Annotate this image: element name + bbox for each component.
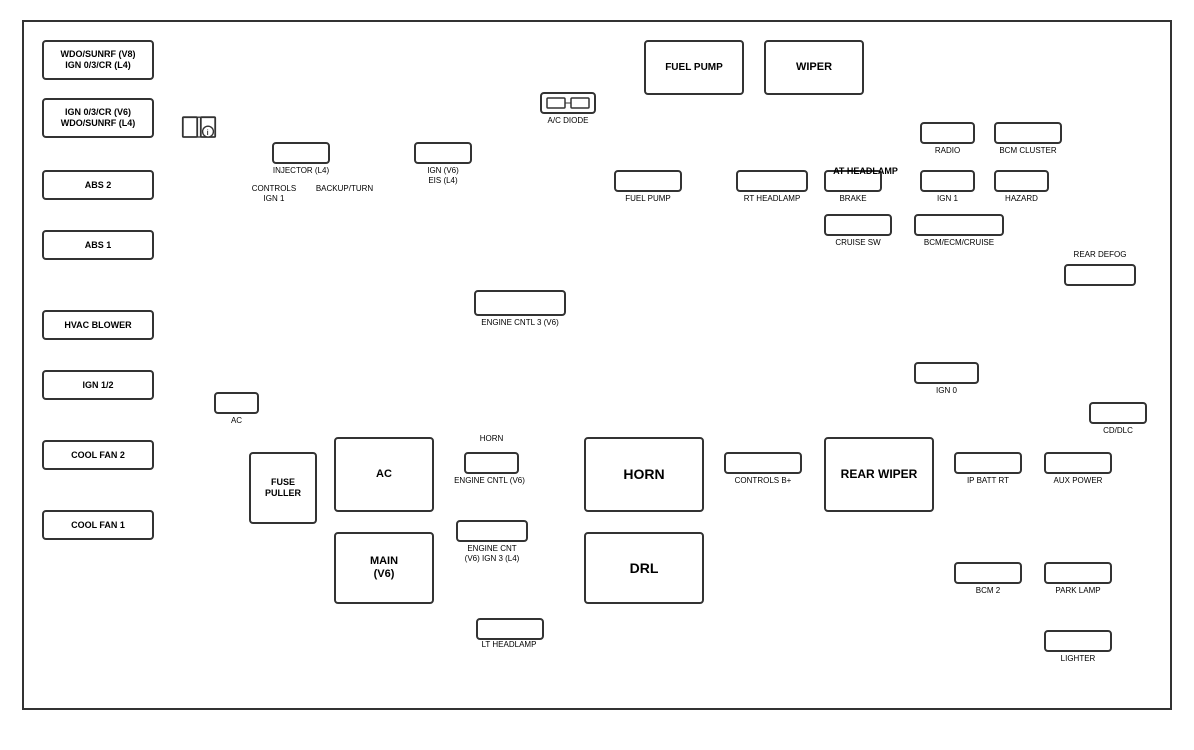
fuse-drl: DRL bbox=[584, 532, 704, 604]
label-hazard: HAZARD bbox=[994, 194, 1049, 204]
label-cd-dlc: CD/DLC bbox=[1089, 426, 1147, 436]
label-rt-headlamp: RT HEADLAMP bbox=[736, 194, 808, 204]
fuse-radio bbox=[920, 122, 975, 144]
label-brake: BRAKE bbox=[824, 194, 882, 204]
label-radio: RADIO bbox=[920, 146, 975, 156]
fuse-bcm2 bbox=[954, 562, 1022, 584]
fuse-ign-v6-eis bbox=[414, 142, 472, 164]
fuse-cool-fan2: COOL FAN 2 bbox=[42, 440, 154, 470]
fuse-ac-diode bbox=[540, 92, 596, 114]
fuse-bcm-ecm-cruise bbox=[914, 214, 1004, 236]
fuse-puller: FUSEPULLER bbox=[249, 452, 317, 524]
fuse-wdo-sunrf-v8: WDO/SUNRF (V8)IGN 0/3/CR (L4) bbox=[42, 40, 154, 80]
label-lighter: LIGHTER bbox=[1044, 654, 1112, 664]
fuse-box-diagram: i WDO/SUNRF (V8)IGN 0/3/CR (L4) IGN 0/3/… bbox=[22, 20, 1172, 710]
label-rear-defog: REAR DEFOG bbox=[1064, 250, 1136, 260]
label-cruise-sw: CRUISE SW bbox=[824, 238, 892, 248]
fuse-cool-fan1: COOL FAN 1 bbox=[42, 510, 154, 540]
info-icon: i bbox=[179, 110, 219, 145]
fuse-ign-v6: IGN 0/3/CR (V6)WDO/SUNRF (L4) bbox=[42, 98, 154, 138]
fuse-rear-defog bbox=[1064, 264, 1136, 286]
fuse-ign0 bbox=[914, 362, 979, 384]
fuse-abs2: ABS 2 bbox=[42, 170, 154, 200]
fuse-ac-small bbox=[214, 392, 259, 414]
fuse-horn-large: HORN bbox=[584, 437, 704, 512]
fuse-rt-headlamp bbox=[736, 170, 808, 192]
label-backup-turn: BACKUP/TURN bbox=[312, 184, 377, 194]
svg-text:i: i bbox=[207, 128, 209, 137]
label-controls-bplus: CONTROLS B+ bbox=[724, 476, 802, 486]
label-ign0: IGN 0 bbox=[914, 386, 979, 396]
label-engine-cntl3: ENGINE CNTL 3 (V6) bbox=[474, 318, 566, 328]
label-bcm2: BCM 2 bbox=[954, 586, 1022, 596]
fuse-injector-l4 bbox=[272, 142, 330, 164]
label-at-headlamp: AT HEADLAMP bbox=[819, 166, 912, 177]
fuse-main-v6: MAIN(V6) bbox=[334, 532, 434, 604]
label-ac-diode: A/C DIODE bbox=[534, 116, 602, 126]
label-ign1: IGN 1 bbox=[920, 194, 975, 204]
label-injector-l4: INJECTOR (L4) bbox=[272, 166, 330, 176]
label-ip-batt-rt: IP BATT RT bbox=[954, 476, 1022, 486]
label-horn-small: HORN bbox=[464, 434, 519, 444]
fuse-hvac-blower: HVAC BLOWER bbox=[42, 310, 154, 340]
label-fuel-pump-small: FUEL PUMP bbox=[614, 194, 682, 204]
fuse-abs1: ABS 1 bbox=[42, 230, 154, 260]
fuse-cruise-sw bbox=[824, 214, 892, 236]
label-aux-power: AUX POWER bbox=[1044, 476, 1112, 486]
label-park-lamp: PARK LAMP bbox=[1044, 586, 1112, 596]
fuse-lt-headlamp bbox=[476, 618, 544, 640]
label-ac-small: AC bbox=[214, 416, 259, 426]
fuse-aux-power bbox=[1044, 452, 1112, 474]
fuse-rear-wiper: REAR WIPER bbox=[824, 437, 934, 512]
label-lt-headlamp: LT HEADLAMP bbox=[474, 640, 544, 650]
fuse-ign-12: IGN 1/2 bbox=[42, 370, 154, 400]
fuse-controls-bplus bbox=[724, 452, 802, 474]
fuse-wiper-large: WIPER bbox=[764, 40, 864, 95]
label-bcm-cluster: BCM CLUSTER bbox=[994, 146, 1062, 156]
fuse-ac-large: AC bbox=[334, 437, 434, 512]
fuse-cd-dlc bbox=[1089, 402, 1147, 424]
fuse-engine-cntl3 bbox=[474, 290, 566, 316]
label-controls-ign1: CONTROLS IGN 1 bbox=[244, 184, 304, 203]
fuse-bcm-cluster bbox=[994, 122, 1062, 144]
label-bcm-ecm-cruise: BCM/ECM/CRUISE bbox=[914, 238, 1004, 248]
fuse-lighter bbox=[1044, 630, 1112, 652]
label-engine-cnt: ENGINE CNT(V6) IGN 3 (L4) bbox=[452, 544, 532, 563]
fuse-engine-cnt-v6-ign3 bbox=[456, 520, 528, 542]
label-engine-cntl-v6: ENGINE CNTL (V6) bbox=[452, 476, 527, 486]
fuse-park-lamp bbox=[1044, 562, 1112, 584]
label-ign-v6-eis: IGN (V6)EIS (L4) bbox=[409, 166, 477, 185]
fuse-ign1 bbox=[920, 170, 975, 192]
fuse-ip-batt-rt bbox=[954, 452, 1022, 474]
fuse-hazard bbox=[994, 170, 1049, 192]
fuse-fuel-pump-small bbox=[614, 170, 682, 192]
fuse-horn-small bbox=[464, 452, 519, 474]
fuse-fuel-pump-large: FUEL PUMP bbox=[644, 40, 744, 95]
